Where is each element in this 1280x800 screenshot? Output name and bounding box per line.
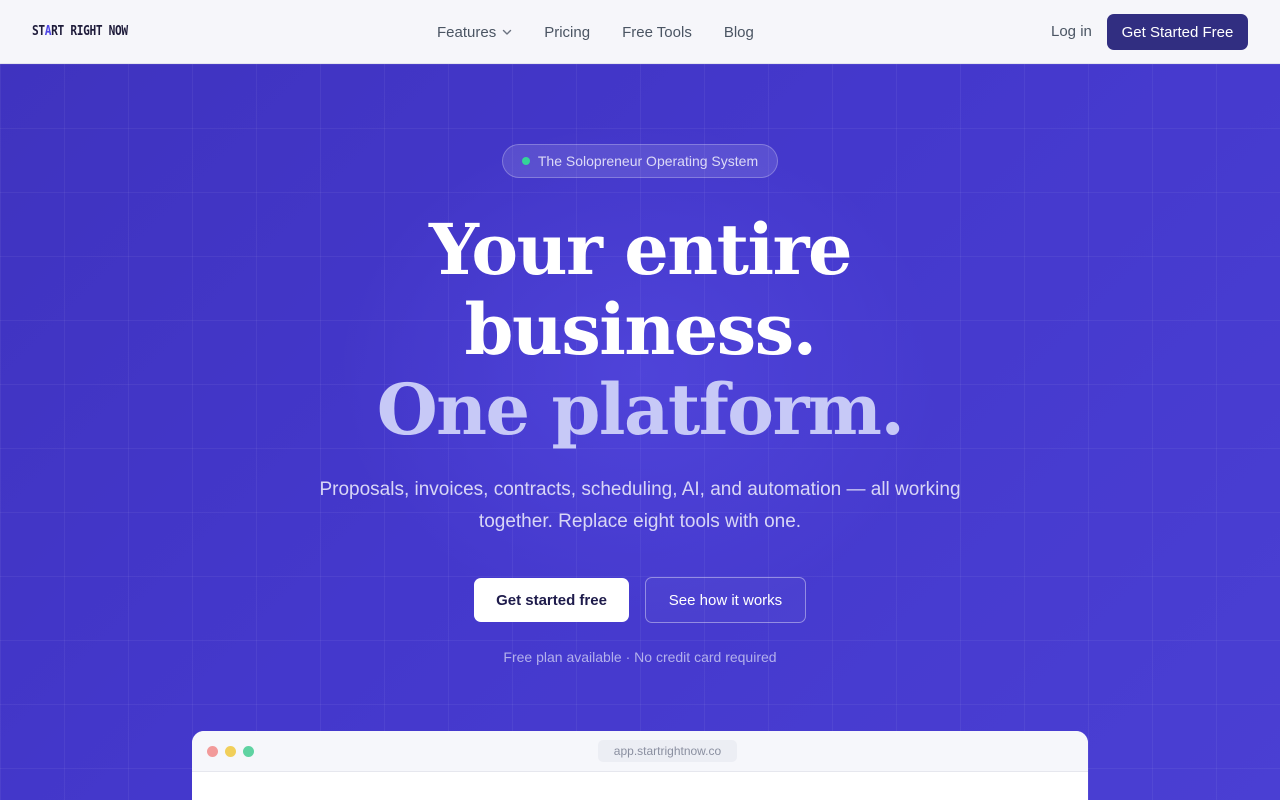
nav-link-pricing[interactable]: Pricing [544,24,590,41]
nav-link-label: Pricing [544,23,591,41]
browser-url-bar: app.startrightnow.co [598,740,737,762]
get-started-free-button[interactable]: Get Started Free [1107,14,1248,50]
nav-link-label: Blog [723,23,754,41]
window-close-dot-icon [207,746,218,757]
hero-subheadline: Proposals, invoices, contracts, scheduli… [319,479,961,532]
nav-link-blog[interactable]: Blog [724,24,754,41]
headline-line-3: One platform. [376,368,905,451]
logo[interactable]: START RIGHT NOW [32,24,128,39]
window-maximize-dot-icon [243,746,254,757]
status-dot-icon [521,157,530,165]
app-preview-window: app.startrightnow.co [192,731,1088,800]
logo-text-end: RT RIGHT NOW [51,24,128,39]
get-started-button[interactable]: Get started free [474,578,629,622]
top-navbar: START RIGHT NOW Features Pricing Free To… [0,0,1280,64]
chevron-down-icon [503,29,512,35]
hero-note: Free plan available · No credit card req… [503,649,777,665]
window-minimize-dot-icon [225,746,236,757]
hero-section: The Solopreneur Operating System Your en… [0,64,1280,800]
hero-headline: Your entire business. One platform. [0,210,1280,450]
browser-titlebar: app.startrightnow.co [192,731,1088,772]
headline-line-2: business. [464,288,817,371]
headline-line-1: Your entire [429,208,853,291]
main-nav: Features Pricing Free Tools Blog [437,0,786,64]
nav-link-free-tools[interactable]: Free Tools [622,24,692,41]
nav-link-label: Free Tools [622,23,692,41]
see-how-it-works-button[interactable]: See how it works [645,577,806,623]
logo-text-start: ST [32,24,45,39]
nav-link-features[interactable]: Features [437,24,512,41]
hero-badge-label: The Solopreneur Operating System [537,153,759,169]
hero-badge: The Solopreneur Operating System [502,144,778,178]
login-link[interactable]: Log in [1051,23,1092,40]
nav-link-label: Features [437,23,497,41]
